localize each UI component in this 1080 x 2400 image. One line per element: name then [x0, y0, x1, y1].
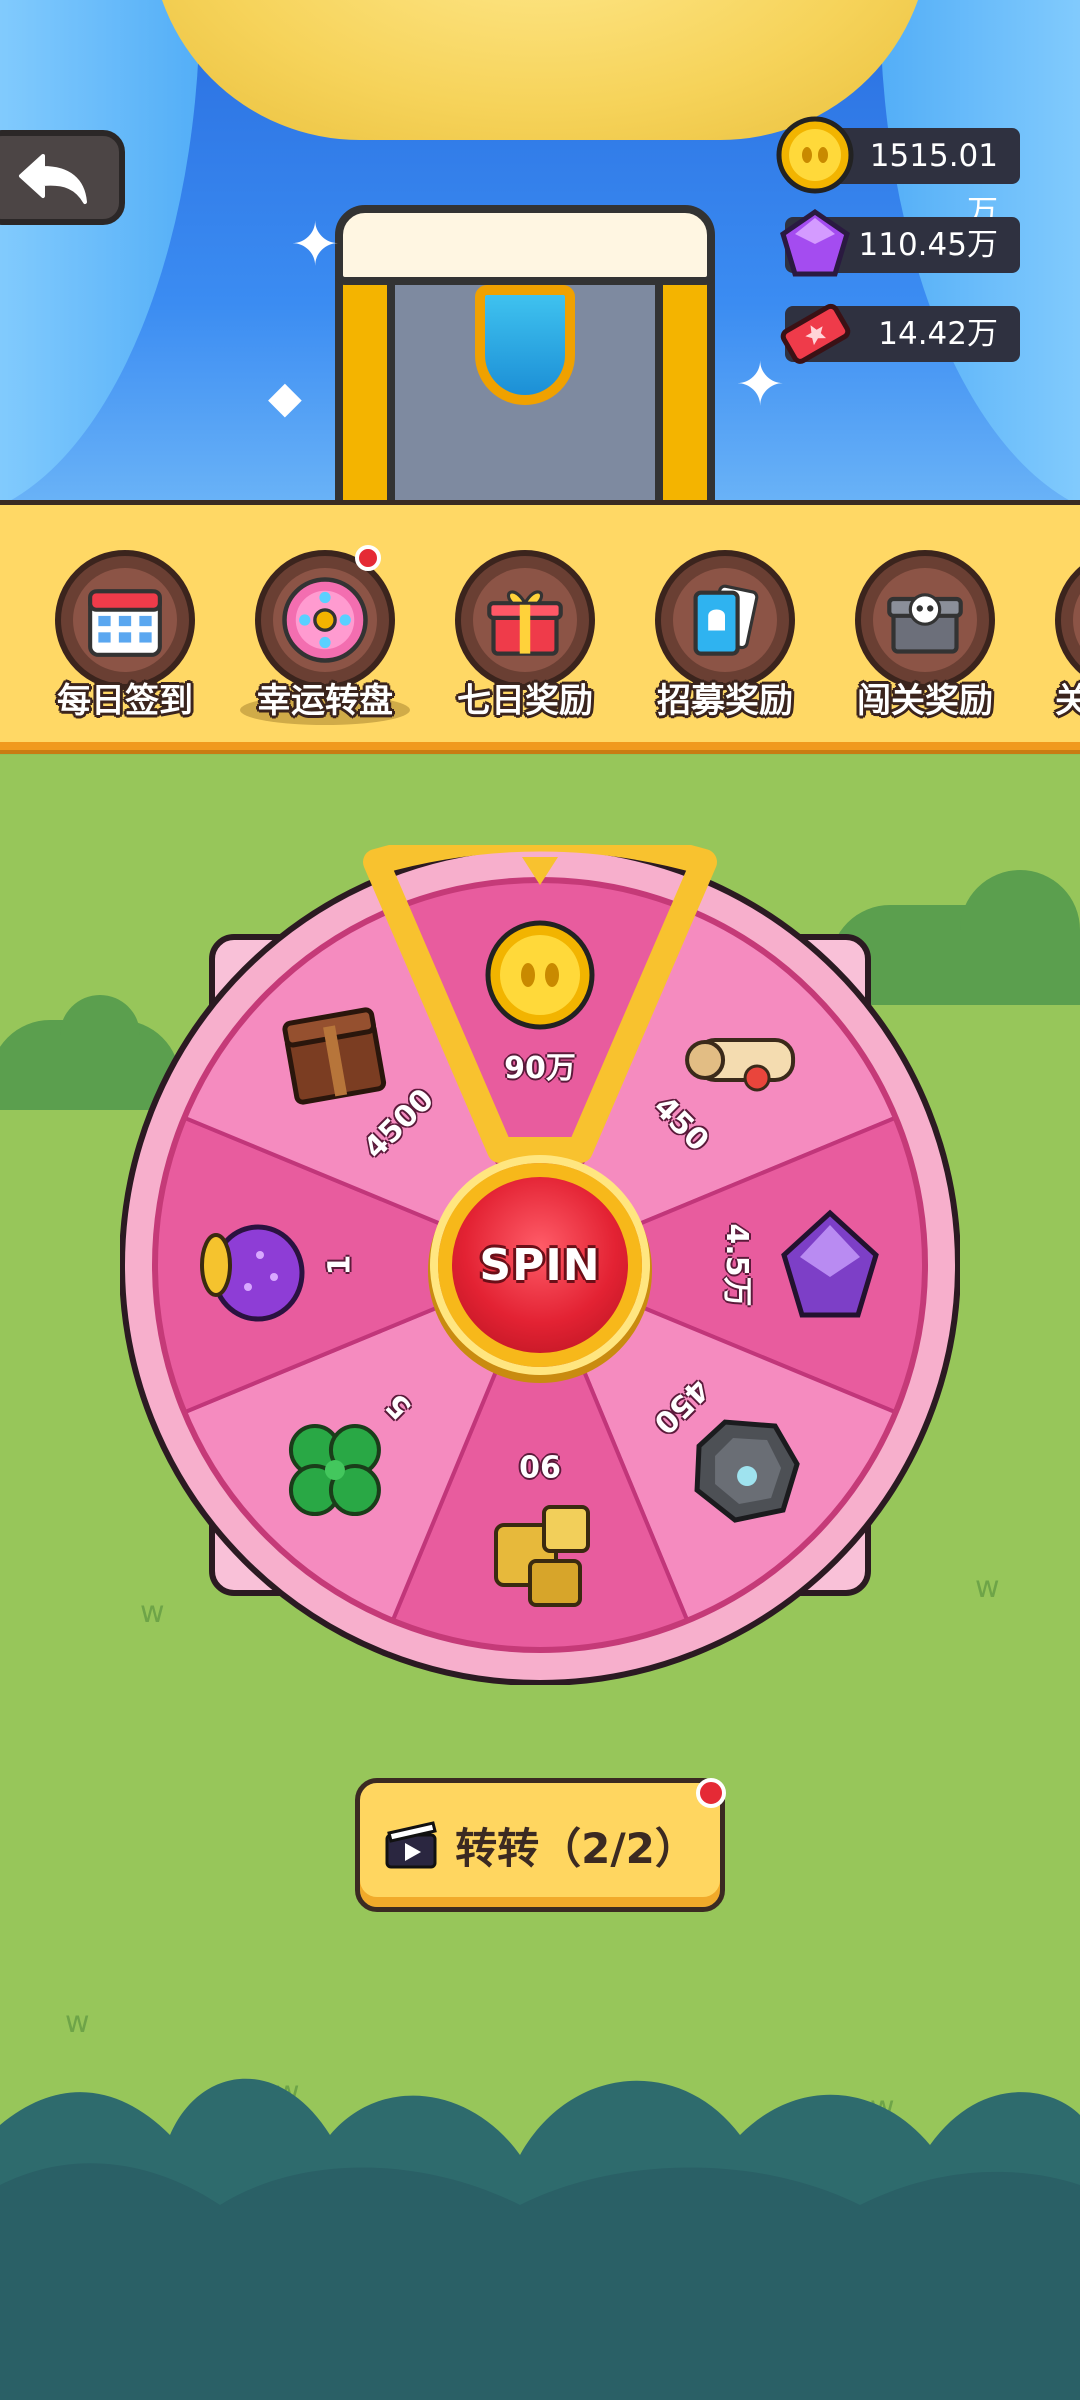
red-ticket-icon	[780, 303, 851, 364]
treasure-chest-icon	[282, 1007, 387, 1105]
spin-action-label: 转转（2/2）	[455, 1823, 697, 1873]
recruit-cards-icon	[693, 584, 759, 656]
tab-stage-reward[interactable]: 闯关奖励	[835, 545, 1005, 725]
prize-amount: 90	[519, 1447, 561, 1483]
tab-label: 招募奖励	[657, 681, 793, 721]
prize-amount: 4.5万	[719, 1223, 754, 1307]
tab-partial-next[interactable]: 关	[1035, 545, 1080, 725]
back-button[interactable]	[0, 130, 125, 225]
notification-badge	[696, 1778, 726, 1808]
clover-icon	[288, 1424, 381, 1517]
sparkle-icon: ◆	[268, 372, 302, 423]
purple-gem-icon	[780, 208, 850, 277]
tab-label: 七日奖励	[457, 681, 593, 721]
tab-label: 幸运转盘	[257, 681, 393, 721]
back-arrow-icon	[18, 153, 87, 204]
tab-lucky-wheel[interactable]: 幸运转盘	[235, 545, 410, 725]
calendar-icon	[88, 589, 162, 657]
lucky-wheel-icon	[282, 577, 368, 663]
notification-badge	[355, 545, 381, 571]
gem-counter: 110.45万	[780, 208, 1020, 277]
sparkle-icon: ✦	[290, 210, 341, 280]
video-ad-icon	[385, 1821, 437, 1869]
tab-daily-checkin[interactable]: 每日签到	[35, 545, 205, 725]
reward-tab-bar: 每日签到 幸运转盘 七日奖励 招募奖励 闯关奖励	[0, 500, 1080, 750]
bush	[960, 870, 1080, 950]
spin-action-button[interactable]: 转转（2/2）	[355, 1778, 725, 1912]
spin-button[interactable]: SPIN	[438, 1163, 642, 1367]
grass-tuft: ᴡ	[975, 1570, 1000, 1605]
gold-coin-icon	[485, 920, 595, 1030]
shield-icon	[475, 285, 575, 405]
curtain-left	[0, 0, 200, 505]
gold-coin-icon	[776, 116, 854, 194]
prize-amount: 90万	[504, 1051, 576, 1086]
spin-label: SPIN	[479, 1239, 601, 1291]
tab-label: 闯关奖励	[857, 681, 993, 721]
tab-recruit-reward[interactable]: 招募奖励	[635, 545, 805, 725]
tab-label: 关	[1055, 673, 1080, 722]
gift-box-icon	[487, 590, 563, 656]
foreground-bushes	[0, 2078, 1080, 2400]
coin-counter: 1515.01万	[776, 116, 1020, 230]
castle-gate-illustration	[335, 205, 715, 505]
ticket-counter: 14.42万	[780, 303, 1020, 364]
skull-chest-icon	[887, 593, 963, 654]
tab-seven-day-reward[interactable]: 七日奖励	[435, 545, 605, 725]
prize-amount: 1	[322, 1254, 358, 1276]
tab-label: 每日签到	[57, 681, 193, 721]
grass-tuft: ᴡ	[65, 2005, 90, 2040]
